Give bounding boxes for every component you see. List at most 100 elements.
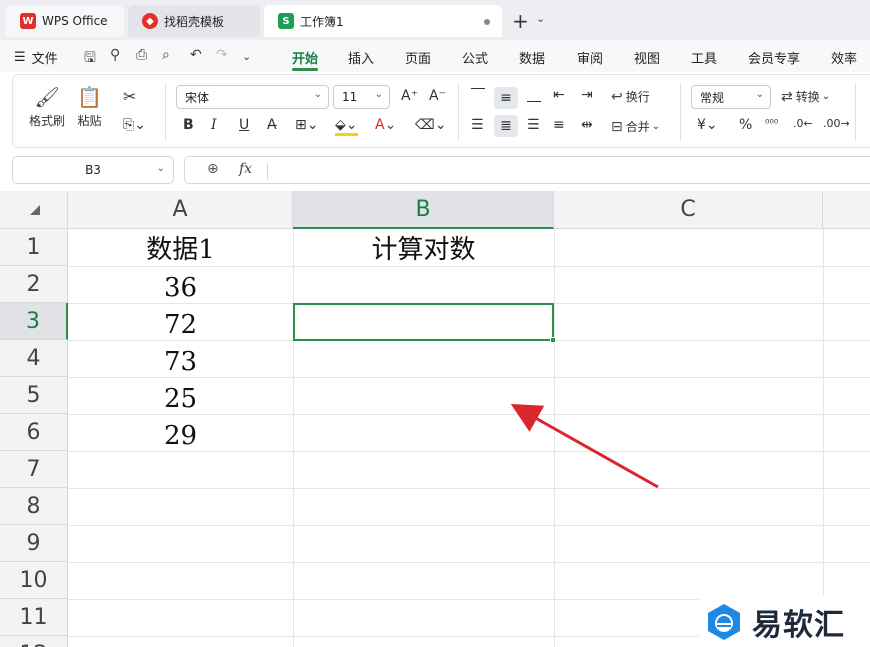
font-name-value: 宋体 — [185, 90, 210, 105]
merge-icon: ⊟ — [611, 118, 623, 135]
merge-label: 合并 — [625, 120, 650, 134]
paste-button[interactable]: 📋 粘贴 — [77, 85, 102, 129]
chevron-down-icon[interactable]: ⌄ — [536, 12, 545, 25]
chevron-down-icon: ⌄ — [374, 89, 383, 100]
font-color-icon[interactable]: A⌄ — [375, 117, 396, 133]
tab-wps-office[interactable]: W WPS Office — [6, 5, 124, 37]
tab-label: WPS Office — [42, 14, 108, 28]
font-size-select[interactable]: 11 ⌄ — [333, 85, 390, 109]
menu-review[interactable]: 审阅 — [577, 48, 603, 67]
paste-label: 粘贴 — [77, 114, 102, 128]
spreadsheet-grid: A B C 1 2 3 4 5 6 7 8 9 10 11 12 数据1 计算对… — [0, 191, 870, 647]
cut-icon[interactable]: ✂ — [123, 87, 136, 106]
print-preview-icon[interactable]: ⌕ — [162, 47, 170, 63]
menu-formula[interactable]: 公式 — [462, 48, 488, 67]
menu-efficiency[interactable]: 效率 — [831, 48, 857, 67]
increase-decimal-icon[interactable]: .0← — [793, 117, 813, 130]
bold-icon[interactable]: B — [183, 117, 194, 133]
number-format-select[interactable]: 常规 ⌄ — [691, 85, 771, 109]
format-painter-label: 格式刷 — [29, 114, 66, 128]
menu-tools[interactable]: 工具 — [691, 48, 717, 67]
wrap-text-button[interactable]: ↩ 换行 — [611, 88, 650, 105]
convert-icon: ⇄ — [781, 88, 793, 105]
annotation-arrow — [510, 404, 659, 489]
formula-bar[interactable]: ⊕ fx — [184, 156, 870, 184]
chevron-down-icon: ⌄ — [313, 89, 322, 100]
ribbon: 🖌 格式刷 📋 粘贴 ✂ ⎘⌄ 宋体 ⌄ 11 ⌄ A⁺ A⁻ B I U A̶… — [12, 74, 870, 148]
watermark-logo-icon — [708, 603, 740, 640]
file-menu-label: 文件 — [31, 52, 58, 67]
align-bottom-icon[interactable]: ⎽ — [527, 87, 541, 103]
fill-color-icon[interactable]: ⬙⌄ — [335, 117, 358, 136]
align-center-icon[interactable]: ≣ — [494, 115, 518, 137]
chevron-down-icon: ⌄ — [651, 121, 661, 132]
format-painter-button[interactable]: 🖌 格式刷 — [29, 85, 65, 129]
menu-page[interactable]: 页面 — [405, 48, 431, 67]
fx-icon[interactable]: fx — [239, 161, 252, 177]
distribute-icon[interactable]: ⇹ — [581, 117, 593, 133]
tab-template[interactable]: ◆ 找稻壳模板 — [128, 5, 260, 37]
share-icon[interactable]: ⚲ — [110, 47, 120, 63]
currency-icon[interactable]: ¥⌄ — [697, 117, 718, 133]
clipboard-icon: 📋 — [77, 85, 102, 109]
font-size-value: 11 — [342, 90, 358, 104]
tab-label: 工作簿1 — [300, 14, 344, 29]
watermark: 易软汇 — [698, 596, 870, 647]
justify-icon[interactable]: ≡ — [553, 117, 565, 133]
wps-logo-icon: W — [20, 13, 36, 29]
spreadsheet-logo-icon: S — [278, 13, 294, 29]
zoom-icon[interactable]: ⊕ — [207, 161, 219, 177]
decrease-font-icon[interactable]: A⁻ — [429, 88, 446, 104]
align-top-icon[interactable]: ⎺ — [471, 87, 485, 103]
wrap-text-label: 换行 — [625, 90, 650, 104]
align-left-icon[interactable]: ☰ — [471, 117, 484, 133]
separator — [458, 83, 459, 141]
convert-button[interactable]: ⇄ 转换 ⌄ — [781, 88, 830, 105]
more-chevron-icon[interactable]: ⌄ — [242, 50, 251, 63]
menu-insert[interactable]: 插入 — [348, 48, 374, 67]
borders-icon[interactable]: ⊞⌄ — [295, 117, 318, 133]
daoke-logo-icon: ◆ — [142, 13, 158, 29]
decrease-decimal-icon[interactable]: .00→ — [823, 117, 850, 130]
clear-format-icon[interactable]: ⌫⌄ — [415, 117, 447, 133]
chevron-down-icon: ⌄ — [156, 163, 165, 174]
tab-workbook[interactable]: S 工作簿1 — [264, 5, 502, 37]
font-name-select[interactable]: 宋体 ⌄ — [176, 85, 329, 109]
thousands-icon[interactable]: ⁰⁰⁰ — [765, 117, 778, 130]
percent-icon[interactable]: % — [739, 117, 752, 133]
separator — [165, 83, 166, 141]
menu-member[interactable]: 会员专享 — [748, 48, 800, 67]
wrap-icon: ↩ — [611, 88, 623, 105]
undo-icon[interactable]: ↶ — [190, 47, 202, 63]
active-menu-indicator — [292, 68, 318, 71]
merge-button[interactable]: ⊟ 合并 ⌄ — [611, 118, 660, 135]
file-menu[interactable]: ☰ 文件 — [14, 48, 58, 67]
name-box-value: B3 — [85, 163, 101, 177]
brush-icon: 🖌 — [34, 85, 60, 109]
convert-label: 转换 — [795, 90, 820, 104]
hamburger-icon: ☰ — [14, 50, 26, 65]
separator — [680, 83, 681, 141]
menu-home[interactable]: 开始 — [292, 48, 318, 67]
copy-icon[interactable]: ⎘⌄ — [123, 117, 146, 133]
align-right-icon[interactable]: ☰ — [527, 117, 540, 133]
tab-label: 找稻壳模板 — [164, 14, 225, 29]
unsaved-dot-icon[interactable] — [484, 19, 490, 25]
chevron-down-icon: ⌄ — [755, 89, 764, 100]
align-middle-icon[interactable]: ≡ — [494, 87, 518, 109]
strikethrough-icon[interactable]: A̶ — [267, 117, 277, 133]
redo-icon[interactable]: ↷ — [216, 47, 228, 63]
menu-bar: ☰ 文件 🖫 ⚲ ⎙ ⌕ ↶ ↷ ⌄ 开始 插入 页面 公式 数据 审阅 视图 … — [0, 40, 870, 72]
save-icon[interactable]: 🖫 — [84, 47, 96, 71]
indent-decrease-icon[interactable]: ⇤ — [553, 87, 565, 103]
watermark-text: 易软汇 — [752, 607, 845, 643]
add-tab-icon[interactable]: + — [512, 9, 529, 33]
increase-font-icon[interactable]: A⁺ — [401, 88, 418, 104]
print-icon[interactable]: ⎙ — [136, 47, 147, 63]
italic-icon[interactable]: I — [211, 117, 217, 133]
name-box[interactable]: B3 ⌄ — [12, 156, 174, 184]
menu-data[interactable]: 数据 — [519, 48, 545, 67]
menu-view[interactable]: 视图 — [634, 48, 660, 67]
underline-icon[interactable]: U — [239, 117, 249, 133]
indent-increase-icon[interactable]: ⇥ — [581, 87, 593, 103]
